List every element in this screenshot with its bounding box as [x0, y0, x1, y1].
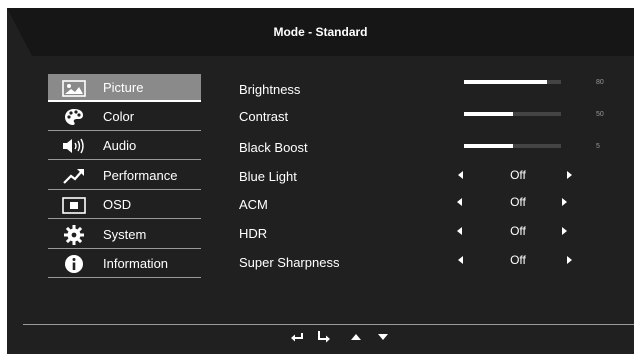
- sidebar-item-label: Performance: [103, 168, 178, 183]
- divider: [48, 277, 201, 278]
- acm-prev-arrow[interactable]: [457, 198, 462, 206]
- picture-icon: [61, 78, 87, 98]
- acm-label: ACM: [239, 197, 268, 212]
- divider: [48, 159, 201, 160]
- speaker-icon: [61, 136, 87, 156]
- contrast-value: 50: [596, 111, 604, 118]
- palette-icon: [61, 107, 87, 127]
- divider: [48, 130, 201, 131]
- sidebar-item-label: Information: [103, 256, 169, 271]
- enter-icon[interactable]: [317, 331, 331, 343]
- sidebar-item-system[interactable]: System: [48, 221, 201, 249]
- brightness-slider[interactable]: [464, 80, 561, 84]
- hdr-prev-arrow[interactable]: [457, 227, 462, 235]
- brightness-slider-fill: [464, 80, 548, 84]
- hdr-next-arrow[interactable]: [562, 227, 567, 235]
- hdr-label: HDR: [239, 226, 268, 241]
- acm-next-arrow[interactable]: [562, 198, 567, 206]
- monitor-osd: Mode - Standard Picture Color Audio Perf…: [7, 8, 634, 354]
- sidebar-item-label: OSD: [103, 197, 132, 212]
- super-sharpness-value: Off: [510, 253, 526, 267]
- sidebar-item-label: System: [103, 227, 147, 242]
- brightness-label: Brightness: [239, 82, 301, 97]
- divider: [48, 248, 201, 249]
- return-icon[interactable]: [290, 331, 304, 343]
- footer-divider: [23, 324, 634, 325]
- up-arrow-icon[interactable]: [349, 331, 363, 343]
- divider: [48, 218, 201, 219]
- sidebar-item-audio[interactable]: Audio: [48, 132, 201, 160]
- black-boost-value: 5: [596, 143, 600, 150]
- super-sharpness-prev-arrow[interactable]: [458, 256, 463, 264]
- hdr-value: Off: [510, 224, 526, 238]
- contrast-slider-fill: [464, 112, 513, 116]
- black-boost-slider-fill: [464, 144, 513, 148]
- sidebar-item-osd[interactable]: OSD: [48, 191, 201, 219]
- blue-light-label: Blue Light: [239, 169, 297, 184]
- info-icon: [61, 254, 87, 274]
- sidebar-item-label: Audio: [103, 138, 137, 153]
- contrast-label: Contrast: [239, 109, 289, 124]
- divider: [48, 100, 201, 102]
- sidebar-item-picture[interactable]: Picture: [48, 74, 201, 102]
- super-sharpness-next-arrow[interactable]: [567, 256, 572, 264]
- contrast-slider[interactable]: [464, 112, 561, 116]
- gear-icon: [61, 225, 87, 245]
- sidebar-item-label: Picture: [103, 80, 144, 95]
- acm-value: Off: [510, 195, 526, 209]
- blue-light-next-arrow[interactable]: [567, 171, 572, 179]
- brightness-value: 80: [596, 79, 604, 86]
- black-boost-slider[interactable]: [464, 144, 561, 148]
- sidebar-item-color[interactable]: Color: [48, 103, 201, 131]
- sidebar-item-label: Color: [103, 109, 135, 124]
- trend-icon: [61, 166, 87, 186]
- screen-icon: [61, 195, 87, 215]
- down-arrow-icon[interactable]: [376, 331, 390, 343]
- super-sharpness-label: Super Sharpness: [239, 255, 340, 270]
- sidebar-item-information[interactable]: Information: [48, 250, 201, 278]
- blue-light-value: Off: [510, 168, 526, 182]
- black-boost-label: Black Boost: [239, 140, 308, 155]
- blue-light-prev-arrow[interactable]: [458, 171, 463, 179]
- divider: [48, 189, 201, 190]
- mode-title: Mode - Standard: [273, 25, 368, 39]
- sidebar-item-performance[interactable]: Performance: [48, 162, 201, 190]
